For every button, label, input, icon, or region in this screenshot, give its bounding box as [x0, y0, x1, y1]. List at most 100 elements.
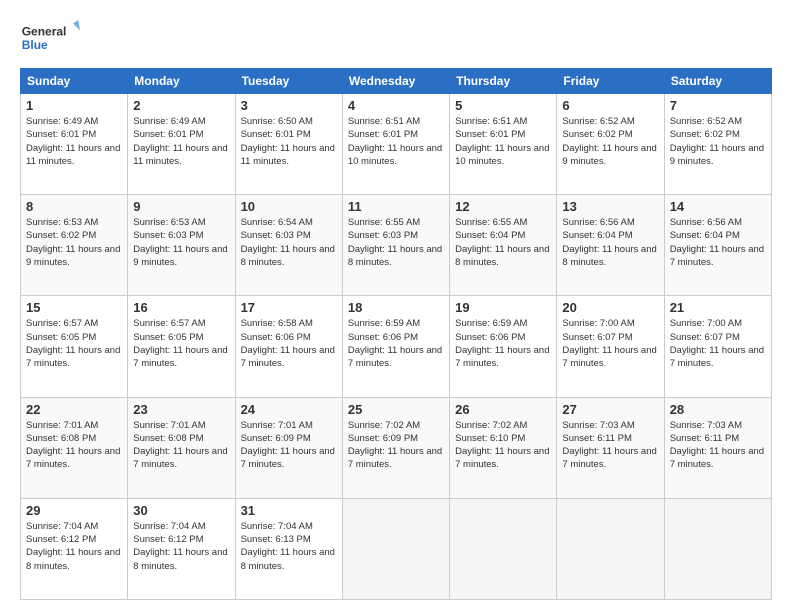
- calendar-cell: 30 Sunrise: 7:04 AMSunset: 6:12 PMDayligh…: [128, 498, 235, 599]
- day-number: 16: [133, 300, 229, 315]
- calendar-cell: 8Sunrise: 6:53 AMSunset: 6:02 PMDaylight…: [21, 195, 128, 296]
- day-info: Sunrise: 6:53 AMSunset: 6:03 PMDaylight:…: [133, 216, 229, 269]
- col-header-tuesday: Tuesday: [235, 69, 342, 94]
- day-number: 26: [455, 402, 551, 417]
- day-number: 9: [133, 199, 229, 214]
- col-header-monday: Monday: [128, 69, 235, 94]
- day-info: Sunrise: 6:50 AMSunset: 6:01 PMDaylight:…: [241, 115, 337, 168]
- day-info: Sunrise: 7:02 AMSunset: 6:09 PMDaylight:…: [348, 419, 444, 472]
- day-info: Sunrise: 7:03 AMSunset: 6:11 PMDaylight:…: [562, 419, 658, 472]
- day-info: Sunrise: 6:51 AMSunset: 6:01 PMDaylight:…: [348, 115, 444, 168]
- calendar-cell: 19 Sunrise: 6:59 AMSunset: 6:06 PMDayligh…: [450, 296, 557, 397]
- day-number: 14: [670, 199, 766, 214]
- calendar-cell: 24Sunrise: 7:01 AMSunset: 6:09 PMDayligh…: [235, 397, 342, 498]
- header: General Blue: [20, 18, 772, 58]
- day-number: 20: [562, 300, 658, 315]
- day-info: Sunrise: 6:59 AMSunset: 6:06 PMDaylight:…: [348, 317, 444, 370]
- day-info: Sunrise: 6:51 AMSunset: 6:01 PMDaylight:…: [455, 115, 551, 168]
- calendar-week-5: 29 Sunrise: 7:04 AMSunset: 6:12 PMDayligh…: [21, 498, 772, 599]
- day-number: 10: [241, 199, 337, 214]
- day-number: 21: [670, 300, 766, 315]
- calendar-cell: 5 Sunrise: 6:51 AMSunset: 6:01 PMDaylight…: [450, 94, 557, 195]
- day-info: Sunrise: 6:56 AMSunset: 6:04 PMDaylight:…: [670, 216, 766, 269]
- day-info: Sunrise: 6:49 AMSunset: 6:01 PMDaylight:…: [133, 115, 229, 168]
- day-number: 4: [348, 98, 444, 113]
- calendar-cell: 23 Sunrise: 7:01 AMSunset: 6:08 PMDayligh…: [128, 397, 235, 498]
- day-info: Sunrise: 6:57 AMSunset: 6:05 PMDaylight:…: [133, 317, 229, 370]
- day-number: 24: [241, 402, 337, 417]
- calendar-cell: 17Sunrise: 6:58 AMSunset: 6:06 PMDayligh…: [235, 296, 342, 397]
- col-header-saturday: Saturday: [664, 69, 771, 94]
- day-number: 8: [26, 199, 122, 214]
- page: General Blue SundayMondayTuesdayWednesda…: [0, 0, 792, 612]
- calendar-cell: 22 Sunrise: 7:01 AMSunset: 6:08 PMDayligh…: [21, 397, 128, 498]
- col-header-sunday: Sunday: [21, 69, 128, 94]
- day-info: Sunrise: 7:01 AMSunset: 6:08 PMDaylight:…: [26, 419, 122, 472]
- day-info: Sunrise: 6:59 AMSunset: 6:06 PMDaylight:…: [455, 317, 551, 370]
- calendar-cell: 18Sunrise: 6:59 AMSunset: 6:06 PMDayligh…: [342, 296, 449, 397]
- day-number: 23: [133, 402, 229, 417]
- calendar-cell: 28 Sunrise: 7:03 AMSunset: 6:11 PMDayligh…: [664, 397, 771, 498]
- day-number: 29: [26, 503, 122, 518]
- calendar-week-3: 15 Sunrise: 6:57 AMSunset: 6:05 PMDayligh…: [21, 296, 772, 397]
- day-number: 2: [133, 98, 229, 113]
- calendar-cell: [664, 498, 771, 599]
- day-number: 7: [670, 98, 766, 113]
- day-number: 5: [455, 98, 551, 113]
- day-number: 25: [348, 402, 444, 417]
- calendar-cell: 11Sunrise: 6:55 AMSunset: 6:03 PMDayligh…: [342, 195, 449, 296]
- day-info: Sunrise: 7:04 AMSunset: 6:12 PMDaylight:…: [133, 520, 229, 573]
- day-info: Sunrise: 6:58 AMSunset: 6:06 PMDaylight:…: [241, 317, 337, 370]
- calendar-cell: [342, 498, 449, 599]
- day-info: Sunrise: 7:00 AMSunset: 6:07 PMDaylight:…: [670, 317, 766, 370]
- calendar-cell: 29Sunrise: 7:04 AMSunset: 6:12 PMDayligh…: [21, 498, 128, 599]
- calendar-cell: 3 Sunrise: 6:50 AMSunset: 6:01 PMDaylight…: [235, 94, 342, 195]
- logo-svg: General Blue: [20, 18, 80, 58]
- day-info: Sunrise: 7:03 AMSunset: 6:11 PMDaylight:…: [670, 419, 766, 472]
- calendar-cell: 26 Sunrise: 7:02 AMSunset: 6:10 PMDayligh…: [450, 397, 557, 498]
- calendar-header-row: SundayMondayTuesdayWednesdayThursdayFrid…: [21, 69, 772, 94]
- day-number: 19: [455, 300, 551, 315]
- day-info: Sunrise: 7:01 AMSunset: 6:08 PMDaylight:…: [133, 419, 229, 472]
- day-number: 31: [241, 503, 337, 518]
- calendar-cell: 9 Sunrise: 6:53 AMSunset: 6:03 PMDaylight…: [128, 195, 235, 296]
- calendar-cell: 25 Sunrise: 7:02 AMSunset: 6:09 PMDayligh…: [342, 397, 449, 498]
- day-info: Sunrise: 7:00 AMSunset: 6:07 PMDaylight:…: [562, 317, 658, 370]
- day-number: 12: [455, 199, 551, 214]
- calendar-cell: 27Sunrise: 7:03 AMSunset: 6:11 PMDayligh…: [557, 397, 664, 498]
- day-info: Sunrise: 6:54 AMSunset: 6:03 PMDaylight:…: [241, 216, 337, 269]
- calendar-cell: 13Sunrise: 6:56 AMSunset: 6:04 PMDayligh…: [557, 195, 664, 296]
- day-number: 28: [670, 402, 766, 417]
- day-info: Sunrise: 6:55 AMSunset: 6:03 PMDaylight:…: [348, 216, 444, 269]
- day-info: Sunrise: 6:49 AMSunset: 6:01 PMDaylight:…: [26, 115, 122, 168]
- calendar-cell: 21 Sunrise: 7:00 AMSunset: 6:07 PMDayligh…: [664, 296, 771, 397]
- day-info: Sunrise: 6:52 AMSunset: 6:02 PMDaylight:…: [670, 115, 766, 168]
- calendar-week-2: 8Sunrise: 6:53 AMSunset: 6:02 PMDaylight…: [21, 195, 772, 296]
- col-header-thursday: Thursday: [450, 69, 557, 94]
- calendar-cell: 2 Sunrise: 6:49 AMSunset: 6:01 PMDaylight…: [128, 94, 235, 195]
- svg-text:Blue: Blue: [22, 38, 48, 52]
- day-number: 22: [26, 402, 122, 417]
- calendar-cell: 15Sunrise: 6:57 AMSunset: 6:05 PMDayligh…: [21, 296, 128, 397]
- col-header-friday: Friday: [557, 69, 664, 94]
- day-info: Sunrise: 6:56 AMSunset: 6:04 PMDaylight:…: [562, 216, 658, 269]
- calendar-cell: 6 Sunrise: 6:52 AMSunset: 6:02 PMDaylight…: [557, 94, 664, 195]
- calendar-cell: 7 Sunrise: 6:52 AMSunset: 6:02 PMDaylight…: [664, 94, 771, 195]
- calendar-cell: 10 Sunrise: 6:54 AMSunset: 6:03 PMDayligh…: [235, 195, 342, 296]
- calendar-week-1: 1Sunrise: 6:49 AMSunset: 6:01 PMDaylight…: [21, 94, 772, 195]
- day-number: 6: [562, 98, 658, 113]
- day-number: 3: [241, 98, 337, 113]
- calendar-cell: 31Sunrise: 7:04 AMSunset: 6:13 PMDayligh…: [235, 498, 342, 599]
- calendar-cell: 1Sunrise: 6:49 AMSunset: 6:01 PMDaylight…: [21, 94, 128, 195]
- calendar: SundayMondayTuesdayWednesdayThursdayFrid…: [20, 68, 772, 600]
- calendar-cell: [450, 498, 557, 599]
- calendar-week-4: 22 Sunrise: 7:01 AMSunset: 6:08 PMDayligh…: [21, 397, 772, 498]
- day-info: Sunrise: 6:52 AMSunset: 6:02 PMDaylight:…: [562, 115, 658, 168]
- col-header-wednesday: Wednesday: [342, 69, 449, 94]
- calendar-cell: 16 Sunrise: 6:57 AMSunset: 6:05 PMDayligh…: [128, 296, 235, 397]
- calendar-cell: 12Sunrise: 6:55 AMSunset: 6:04 PMDayligh…: [450, 195, 557, 296]
- calendar-cell: 20 Sunrise: 7:00 AMSunset: 6:07 PMDayligh…: [557, 296, 664, 397]
- day-info: Sunrise: 7:02 AMSunset: 6:10 PMDaylight:…: [455, 419, 551, 472]
- day-number: 30: [133, 503, 229, 518]
- day-number: 15: [26, 300, 122, 315]
